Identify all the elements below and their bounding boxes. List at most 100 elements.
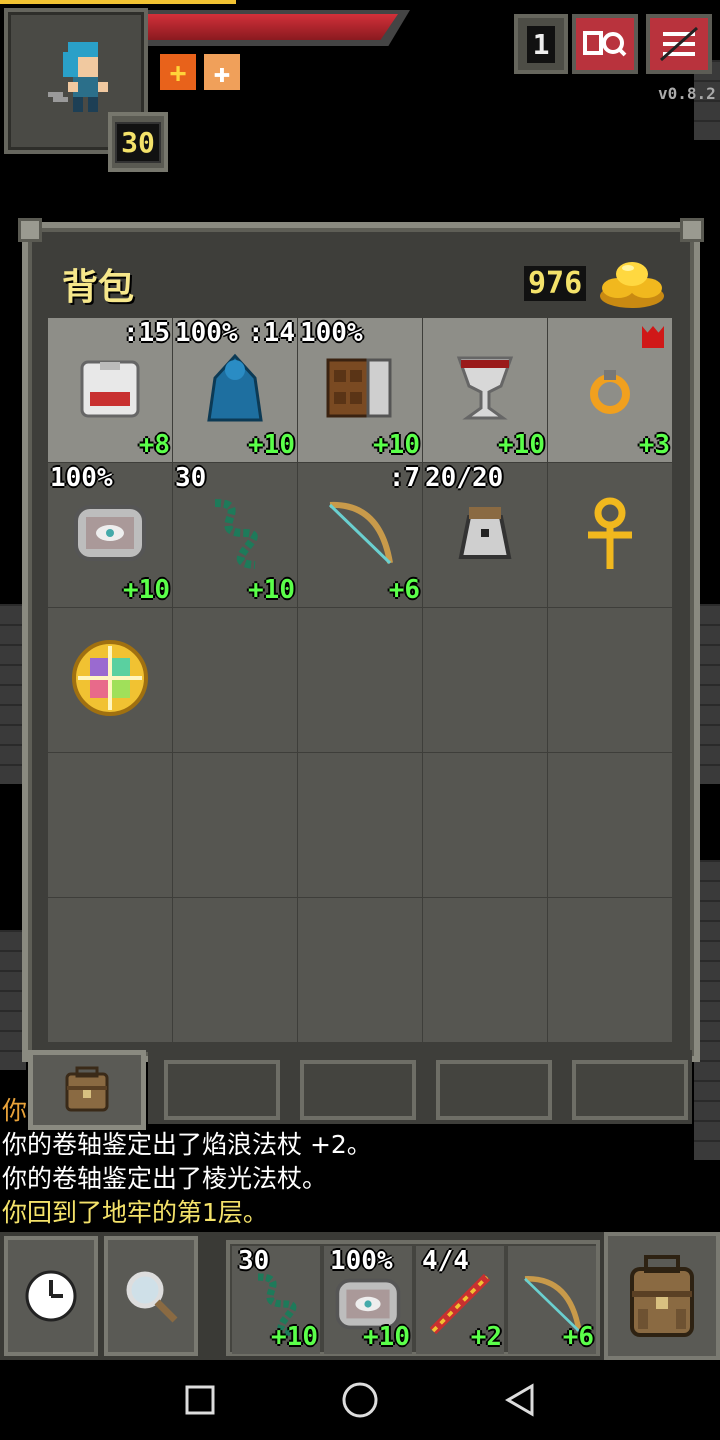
item-status: 30 [175,463,207,493]
trinket-slot[interactable] [48,608,172,752]
pouch-icon [458,507,512,559]
upgrade-level: +6 [388,575,420,605]
item-status: 100% [330,1246,393,1276]
backpack-icon [630,1255,694,1337]
whip-slot[interactable]: 30 +10 [173,463,297,607]
upgrade-level: +10 [363,1322,410,1352]
empty-slot[interactable] [298,608,422,752]
item-status: :15 [123,318,170,348]
tab-misc[interactable] [572,1060,688,1120]
inventory-window: 背包 976 :15 +8 100%:14 +10 100% +10 +10 +3 100% +1… [18,218,704,1062]
hero-level: 30 [115,121,161,163]
upgrade-level: +10 [123,575,170,605]
cursed-indicator-icon [642,326,664,348]
menu-button[interactable] [646,14,712,74]
upgrade-level: +10 [248,430,295,460]
empty-slot[interactable] [48,898,172,1042]
ankh-slot[interactable] [548,463,672,607]
item-status: 20/20 [425,463,504,493]
item-status: :14 [248,318,295,348]
tab-potions[interactable] [436,1060,552,1120]
cloak-slot[interactable]: 100% :14 +10 [173,318,297,462]
orb-icon [72,640,148,716]
inventory-title: 背包 [62,267,135,308]
empty-slot[interactable] [48,753,172,897]
bow-slot[interactable]: :7 +6 [298,463,422,607]
empty-slot[interactable] [548,898,672,1042]
search-journal-icon [583,31,627,57]
hero-icon [48,42,108,112]
upgrade-level: +6 [562,1322,594,1352]
hero-level-badge: 30 [108,112,168,172]
item-status: 100% [175,318,238,348]
item-status: 30 [238,1246,270,1276]
inventory-grid: :15 +8 100%:14 +10 100% +10 +10 +3 100% +10 30 +10:… [48,318,672,1042]
empty-slot[interactable] [173,753,297,897]
menu-icon [660,26,698,62]
item-status: :7 [388,463,420,493]
experience-bar [0,0,236,4]
chalice-icon [456,356,514,420]
tab-scrolls[interactable] [300,1060,416,1120]
tab-wands[interactable] [164,1060,280,1120]
item-status: 4/4 [422,1246,469,1276]
upgrade-level: +10 [498,430,545,460]
plate-armor-slot[interactable]: :15 +8 [48,318,172,462]
velvet-pouch-slot[interactable]: 20/20 [423,463,547,607]
wait-button[interactable] [4,1236,98,1356]
game-log: 你 你的卷轴鉴定出了焰浪法杖 +2。 你的卷轴鉴定出了棱光法杖。 你回到了地牢的… [2,1096,372,1230]
recents-button[interactable] [172,1372,228,1428]
depth-value: 1 [526,25,556,63]
upgrade-level: +10 [271,1322,318,1352]
ankh-icon [588,497,632,569]
gold-pile-icon [600,262,664,308]
magnifier-icon [126,1271,178,1323]
horn-slot[interactable]: 100% +10 [48,463,172,607]
bow-icon [328,501,393,565]
bless-buff-icon[interactable]: ✚ [204,54,240,90]
healing-buff-icon[interactable]: + [160,54,196,90]
quickslot-whip[interactable]: 30 +10 [232,1246,320,1354]
upgrade-level: +10 [373,430,420,460]
log-line: 你的卷轴鉴定出了棱光法杖。 [2,1164,328,1193]
chest-armor-icon [80,360,140,418]
health-bar [148,14,398,40]
quickslot-bow[interactable]: +6 [508,1246,596,1354]
log-line-partial: 你 [2,1096,28,1125]
item-status: 100% [50,463,113,493]
empty-slot[interactable] [298,753,422,897]
empty-slot[interactable] [548,753,672,897]
home-button[interactable] [332,1372,388,1428]
backpack-icon [65,1066,109,1112]
backpack-button[interactable] [604,1232,720,1360]
empty-slot[interactable] [423,898,547,1042]
tab-backpack[interactable] [28,1050,146,1130]
window-corner [680,218,704,242]
spellbook-icon [326,358,392,418]
horn-icon [74,505,146,561]
empty-slot[interactable] [423,753,547,897]
search-button[interactable] [104,1236,198,1356]
empty-slot[interactable] [173,898,297,1042]
empty-slot[interactable] [298,898,422,1042]
empty-slot[interactable] [423,608,547,752]
item-status: 100% [300,318,363,348]
back-button[interactable] [492,1372,548,1428]
quickslot-wand[interactable]: 4/4 +2 [416,1246,504,1354]
ring-slot[interactable]: +3 [548,318,672,462]
log-line: 你回到了地牢的第1层。 [2,1198,268,1227]
empty-slot[interactable] [173,608,297,752]
cloak-icon [207,353,263,422]
upgrade-level: +2 [470,1322,502,1352]
spellbook-slot[interactable]: 100% +10 [298,318,422,462]
empty-slot[interactable] [548,608,672,752]
depth-indicator[interactable]: 1 [514,14,568,74]
whip-icon [214,499,258,569]
upgrade-level: +10 [248,575,295,605]
chalice-slot[interactable]: +10 [423,318,547,462]
triangle-back-icon [505,1383,534,1417]
square-icon [185,1385,215,1415]
quickslot-horn[interactable]: 100% +10 [324,1246,412,1354]
log-line: 你的卷轴鉴定出了焰浪法杖 +2。 [2,1130,372,1159]
journal-button[interactable] [572,14,638,74]
